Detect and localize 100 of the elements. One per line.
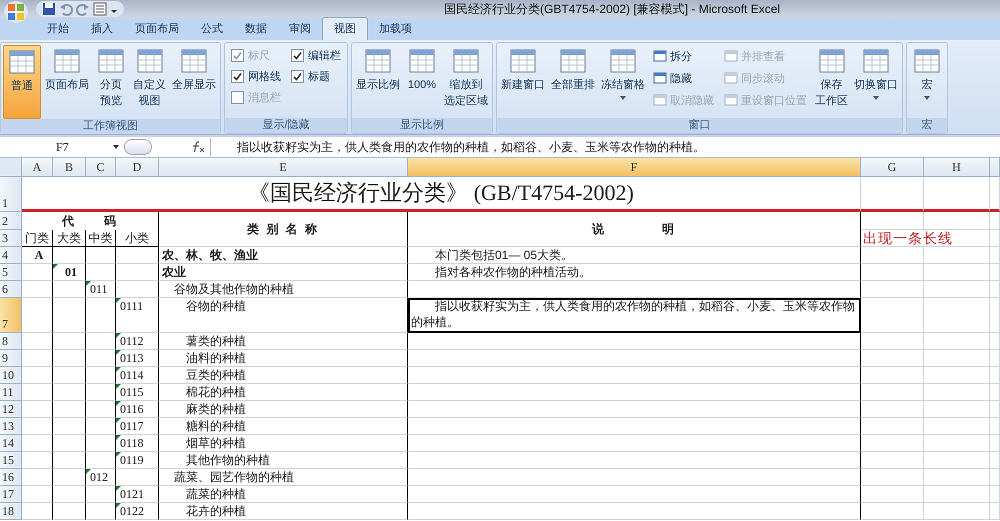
row-header[interactable]: 15 xyxy=(0,452,22,469)
code-cell[interactable]: 0114 xyxy=(116,367,159,384)
empty-cell[interactable] xyxy=(86,418,116,435)
code-cell[interactable]: 0115 xyxy=(116,384,159,401)
row-header[interactable]: 14 xyxy=(0,435,22,452)
code-cell[interactable]: 0111 xyxy=(116,298,159,333)
code-cell[interactable]: 0119 xyxy=(116,452,159,469)
column-header[interactable]: H xyxy=(924,158,990,177)
column-header[interactable]: D xyxy=(116,158,159,177)
sheet-title[interactable]: 《国民经济行业分类》 (GB/T4754-2002) xyxy=(22,177,861,212)
ribbon-tab[interactable]: 加载项 xyxy=(368,18,423,40)
header-cell[interactable]: 大类 xyxy=(53,230,86,247)
empty-cell[interactable] xyxy=(408,281,861,298)
ribbon-button[interactable]: 普通 xyxy=(3,45,41,119)
ribbon-button[interactable]: 显示比例 xyxy=(354,45,402,117)
table-cell[interactable]: 糖料的种植 xyxy=(159,418,408,435)
ribbon-button[interactable]: 保存 工作区 xyxy=(813,45,850,117)
function-icon[interactable] xyxy=(190,141,206,153)
ribbon-button[interactable]: 分页 预览 xyxy=(93,45,129,117)
row-header[interactable]: 5 xyxy=(0,264,22,281)
formula-field[interactable]: 指以收获籽实为主，供人类食用的农作物的种植，如稻谷、小麦、玉米等农作物的种植。 xyxy=(211,138,1000,156)
ribbon-tab[interactable]: 开始 xyxy=(36,18,80,40)
empty-cell[interactable] xyxy=(86,247,116,264)
save-icon[interactable] xyxy=(42,2,56,16)
row-header[interactable]: 11 xyxy=(0,384,22,401)
empty-cell[interactable] xyxy=(408,401,861,418)
table-cell[interactable]: 指对各种农作物的种植活动。 xyxy=(408,264,861,281)
empty-cell[interactable] xyxy=(86,298,116,333)
table-cell[interactable]: 本门类包括01— 05大类。 xyxy=(408,247,861,264)
empty-cell[interactable] xyxy=(116,247,159,264)
empty-cell[interactable] xyxy=(86,384,116,401)
ribbon-button[interactable]: 100% xyxy=(404,45,440,117)
table-cell[interactable]: 农、林、牧、渔业 xyxy=(159,247,408,264)
empty-cell[interactable] xyxy=(86,350,116,367)
table-cell[interactable]: 花卉的种植 xyxy=(159,503,408,520)
form-icon[interactable] xyxy=(93,2,107,16)
column-header[interactable]: G xyxy=(861,158,924,177)
code-cell[interactable]: 0112 xyxy=(116,333,159,350)
ribbon-tab[interactable]: 视图 xyxy=(322,17,368,40)
empty-cell[interactable] xyxy=(408,384,861,401)
empty-cell[interactable] xyxy=(408,367,861,384)
table-cell[interactable]: 薯类的种植 xyxy=(159,333,408,350)
ribbon-tab[interactable]: 公式 xyxy=(190,18,234,40)
table-cell[interactable]: 谷物的种植 xyxy=(159,298,408,333)
empty-cell[interactable] xyxy=(53,418,86,435)
empty-cell[interactable] xyxy=(408,452,861,469)
table-cell[interactable]: 农业 xyxy=(159,264,408,281)
column-header[interactable]: E xyxy=(159,158,408,177)
header-cell[interactable]: 类 别 名 称 xyxy=(159,212,408,247)
table-cell[interactable]: 指以收获籽实为主，供人类食用的农作物的种植，如稻谷、小麦、玉米等农作物的种植。 xyxy=(408,298,861,333)
empty-cell[interactable] xyxy=(86,367,116,384)
ribbon-button[interactable]: 宏 xyxy=(909,45,945,117)
row-header[interactable]: 1 xyxy=(0,177,22,212)
empty-cell[interactable] xyxy=(53,503,86,520)
code-cell[interactable]: 011 xyxy=(86,281,116,298)
column-header[interactable]: A xyxy=(22,158,53,177)
code-cell[interactable]: 0117 xyxy=(116,418,159,435)
row-header[interactable]: 13 xyxy=(0,418,22,435)
empty-cell[interactable] xyxy=(86,333,116,350)
empty-cell[interactable] xyxy=(408,418,861,435)
empty-cell[interactable] xyxy=(408,333,861,350)
empty-cell[interactable] xyxy=(86,264,116,281)
empty-cell[interactable] xyxy=(86,452,116,469)
empty-cell[interactable] xyxy=(53,435,86,452)
code-cell[interactable]: 0121 xyxy=(116,486,159,503)
empty-cell[interactable] xyxy=(116,281,159,298)
row-header[interactable]: 10 xyxy=(0,367,22,384)
empty-cell[interactable] xyxy=(86,401,116,418)
empty-cell[interactable] xyxy=(53,298,86,333)
row-header[interactable]: 4 xyxy=(0,247,22,264)
table-cell[interactable]: 谷物及其他作物的种植 xyxy=(159,281,408,298)
empty-cell[interactable] xyxy=(53,469,86,486)
resize-handle[interactable] xyxy=(124,139,152,155)
ribbon-button[interactable]: 拆分 xyxy=(653,47,714,65)
row-header[interactable]: 9 xyxy=(0,350,22,367)
checkbox[interactable]: 编辑栏 xyxy=(291,47,341,64)
table-cell[interactable]: 蔬菜的种植 xyxy=(159,486,408,503)
column-header[interactable]: F xyxy=(408,158,861,177)
column-header[interactable]: B xyxy=(53,158,86,177)
select-all-button[interactable] xyxy=(0,158,22,177)
row-header[interactable]: 12 xyxy=(0,401,22,418)
row-header[interactable]: 16 xyxy=(0,469,22,486)
checkbox[interactable]: 网格线 xyxy=(231,68,281,85)
ribbon-tab[interactable]: 审阅 xyxy=(278,18,322,40)
ribbon-button[interactable]: 缩放到 选定区域 xyxy=(442,45,490,117)
ribbon-button[interactable]: 自定义 视图 xyxy=(131,45,168,117)
code-cell[interactable]: 0113 xyxy=(116,350,159,367)
row-header[interactable]: 18 xyxy=(0,503,22,520)
empty-cell[interactable] xyxy=(53,350,86,367)
header-cell[interactable]: 小类 xyxy=(116,230,159,247)
table-cell[interactable]: 豆类的种植 xyxy=(159,367,408,384)
row-header[interactable]: 17 xyxy=(0,486,22,503)
empty-cell[interactable] xyxy=(86,435,116,452)
row-header[interactable]: 6 xyxy=(0,281,22,298)
header-cell[interactable]: 中类 xyxy=(86,230,116,247)
table-cell[interactable]: 蔬菜、园艺作物的种植 xyxy=(159,469,408,486)
empty-cell[interactable] xyxy=(408,350,861,367)
checkbox[interactable]: 标题 xyxy=(291,68,341,85)
code-cell[interactable]: 0118 xyxy=(116,435,159,452)
empty-cell[interactable] xyxy=(53,281,86,298)
